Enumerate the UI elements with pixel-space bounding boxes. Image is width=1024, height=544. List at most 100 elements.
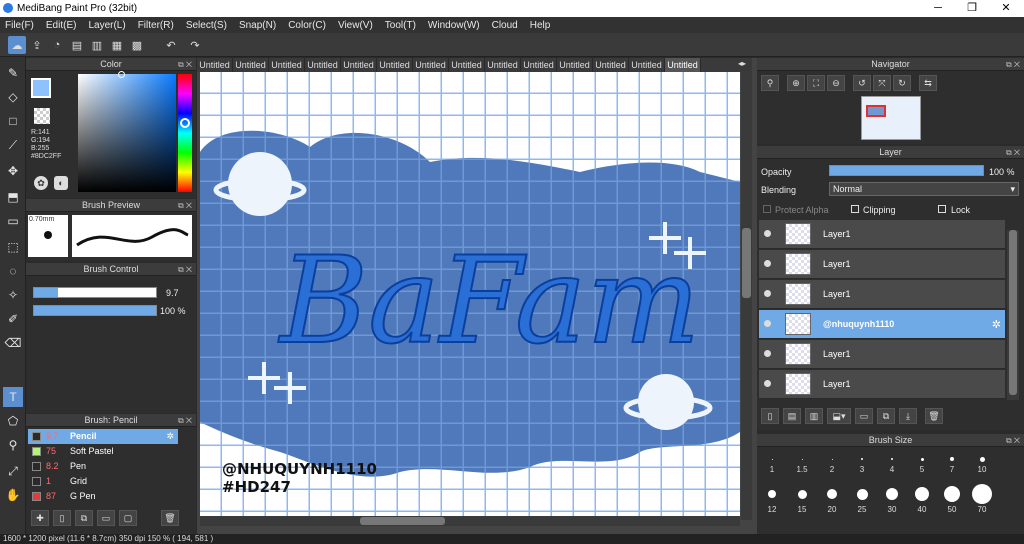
clipping-checkbox[interactable] (851, 205, 859, 213)
brush-add-icon[interactable]: ✚ (31, 510, 49, 526)
layer-add-menu-icon[interactable]: ⬓▾ (827, 408, 851, 424)
tab-untitled[interactable]: Untitled (449, 58, 485, 72)
brush-size-option[interactable]: 50 (937, 483, 967, 514)
brush-size-option[interactable]: 25 (847, 483, 877, 514)
new-1bit-layer-icon[interactable]: ▥ (805, 408, 823, 424)
undo-icon[interactable]: ↶ (162, 36, 180, 54)
line-tool-icon[interactable]: ⟋ (3, 135, 23, 155)
layer-row[interactable]: Layer1 (759, 370, 1005, 399)
close-button[interactable]: ✕ (989, 0, 1023, 17)
fit-screen-icon[interactable]: ⤧ (873, 75, 891, 91)
color-picker-handle[interactable] (118, 71, 125, 78)
brush-item[interactable]: 9.7 Pencil ✲ (28, 429, 178, 444)
brush-item[interactable]: 75 Soft Pastel (28, 444, 178, 459)
transparent-swatch[interactable] (34, 108, 50, 124)
eye-icon[interactable] (764, 320, 771, 327)
panel-menu-icon[interactable]: ⧉ ✕ (178, 263, 192, 276)
brush-item[interactable]: 8.2 Pen (28, 459, 178, 474)
brush-size-option[interactable]: 15 (787, 483, 817, 514)
hue-slider[interactable] (178, 74, 192, 192)
eye-icon[interactable] (764, 350, 771, 357)
eye-icon[interactable] (764, 290, 771, 297)
protect-alpha-checkbox[interactable] (763, 205, 771, 213)
flip-icon[interactable]: ⇆ (919, 75, 937, 91)
fill-tool-icon[interactable]: ⬒ (3, 187, 23, 207)
brush-delete-icon[interactable]: 🗑 (161, 510, 179, 526)
brush-new-icon[interactable]: ▯ (53, 510, 71, 526)
navigator-thumbnail[interactable] (861, 96, 921, 140)
menu-file[interactable]: File(F) (5, 20, 34, 31)
menu-select[interactable]: Select(S) (186, 20, 227, 31)
share-icon[interactable]: ⇪ (28, 36, 46, 54)
hue-slider-handle[interactable] (180, 118, 190, 128)
magic-wand-icon[interactable]: ✧ (3, 285, 23, 305)
menu-window[interactable]: Window(W) (428, 20, 480, 31)
canvas-vertical-scrollbar[interactable] (741, 72, 752, 520)
eye-icon[interactable] (764, 260, 771, 267)
cloud-icon[interactable]: ☁ (8, 36, 26, 54)
brush-size-option[interactable]: 40 (907, 483, 937, 514)
minimize-button[interactable]: ─ (921, 0, 955, 17)
layer-row[interactable]: Layer1 (759, 280, 1005, 309)
gear-icon[interactable]: ✲ (166, 429, 174, 444)
layer-row[interactable]: Layer1 (759, 250, 1005, 279)
tab-untitled[interactable]: Untitled (341, 58, 377, 72)
actual-size-icon[interactable]: ⛶ (807, 75, 825, 91)
multi-page-icon[interactable]: ▦ (108, 36, 126, 54)
zoom-fit-icon[interactable]: ⚲ (761, 75, 779, 91)
artwork-canvas[interactable]: BaFam @NHUQUYNH1110 #HD247 (200, 72, 740, 526)
rectangle-tool-icon[interactable]: □ (3, 111, 23, 131)
brush-copy-icon[interactable]: ⧉ (75, 510, 93, 526)
tab-scroll-arrows[interactable]: ◂▸ (733, 59, 751, 71)
brush-size-option[interactable]: 10 (967, 453, 997, 474)
tab-untitled[interactable]: Untitled (269, 58, 305, 72)
color-palette-icon[interactable]: ◐ (54, 176, 68, 190)
tab-untitled[interactable]: Untitled (377, 58, 413, 72)
brush-item[interactable]: 87 G Pen (28, 489, 178, 504)
lock-checkbox[interactable] (938, 205, 946, 213)
brush-folder-icon[interactable]: ▭ (97, 510, 115, 526)
brush-tool-icon[interactable]: ✎ (3, 63, 23, 83)
chat-icon[interactable]: ▤ (68, 36, 86, 54)
brush-size-option[interactable]: 7 (937, 453, 967, 474)
color-wheel-icon[interactable]: ✿ (34, 176, 48, 190)
menu-filter[interactable]: Filter(R) (138, 20, 174, 31)
tab-untitled[interactable]: Untitled (485, 58, 521, 72)
move-tool-icon[interactable]: ✥ (3, 161, 23, 181)
tab-untitled[interactable]: Untitled (557, 58, 593, 72)
brush-size-option[interactable]: 3 (847, 453, 877, 474)
menu-help[interactable]: Help (530, 20, 551, 31)
dropper-tool-icon[interactable]: ⤢ (3, 461, 23, 481)
page-icon[interactable]: ▥ (88, 36, 106, 54)
duplicate-layer-icon[interactable]: ⧉ (877, 408, 895, 424)
brush-size-option[interactable]: 20 (817, 483, 847, 514)
grid-icon[interactable]: ▩ (128, 36, 146, 54)
select-eraser-icon[interactable]: ⌫ (3, 333, 23, 353)
brush-size-option[interactable]: 1.5 (787, 453, 817, 474)
brush-size-option[interactable]: 4 (877, 453, 907, 474)
new-8bit-layer-icon[interactable]: ▤ (783, 408, 801, 424)
navigator-viewport[interactable] (866, 105, 886, 117)
rotate-left-icon[interactable]: ↺ (853, 75, 871, 91)
tab-untitled[interactable]: Untitled (197, 58, 233, 72)
gear-icon[interactable]: ✲ (992, 318, 1001, 331)
redo-icon[interactable]: ↷ (186, 36, 204, 54)
brush-size-option[interactable]: 30 (877, 483, 907, 514)
panel-menu-icon[interactable]: ⧉ ✕ (178, 58, 192, 71)
blending-select[interactable]: Normal ▾ (829, 182, 1019, 196)
eraser-tool-icon[interactable]: ◇ (3, 87, 23, 107)
panel-menu-icon[interactable]: ⧉ ✕ (178, 199, 192, 212)
layer-row[interactable]: Layer1 (759, 220, 1005, 249)
panel-menu-icon[interactable]: ⧉ ✕ (178, 414, 192, 427)
layer-opacity-slider[interactable] (829, 165, 984, 176)
layer-scroll-thumb[interactable] (1009, 230, 1017, 395)
new-layer-icon[interactable]: ▯ (761, 408, 779, 424)
horizontal-scroll-thumb[interactable] (360, 517, 445, 525)
brush-size-option[interactable]: 12 (757, 483, 787, 514)
brush-size-slider[interactable] (33, 287, 157, 298)
tab-untitled[interactable]: Untitled (413, 58, 449, 72)
brush-size-option[interactable]: 5 (907, 453, 937, 474)
zoom-out-icon[interactable]: ⊖ (827, 75, 845, 91)
merge-layer-icon[interactable]: ⤓ (899, 408, 917, 424)
tab-untitled[interactable]: Untitled (305, 58, 341, 72)
